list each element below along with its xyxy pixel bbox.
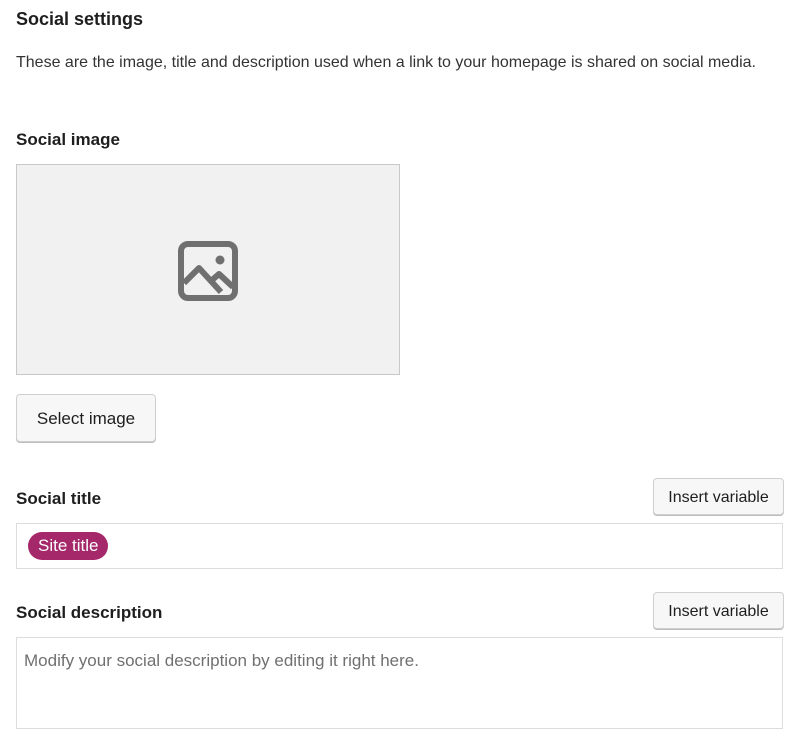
social-image-label: Social image: [16, 130, 120, 149]
social-title-insert-variable-button[interactable]: Insert variable: [653, 478, 784, 515]
social-title-editor[interactable]: Site title: [16, 523, 783, 569]
select-image-button[interactable]: Select image: [16, 394, 156, 442]
social-description-insert-variable-button[interactable]: Insert variable: [653, 592, 784, 629]
social-description-label: Social description: [16, 603, 163, 622]
section-title: Social settings: [16, 9, 144, 29]
social-description-placeholder: Modify your social description by editin…: [24, 651, 419, 670]
social-description-editor[interactable]: Modify your social description by editin…: [16, 637, 783, 729]
site-title-variable[interactable]: Site title: [28, 532, 109, 560]
social-title-label: Social title: [16, 489, 102, 508]
social-image-preview[interactable]: [16, 164, 400, 375]
image-placeholder-icon: [178, 241, 238, 301]
section-description: These are the image, title and descripti…: [16, 54, 756, 71]
